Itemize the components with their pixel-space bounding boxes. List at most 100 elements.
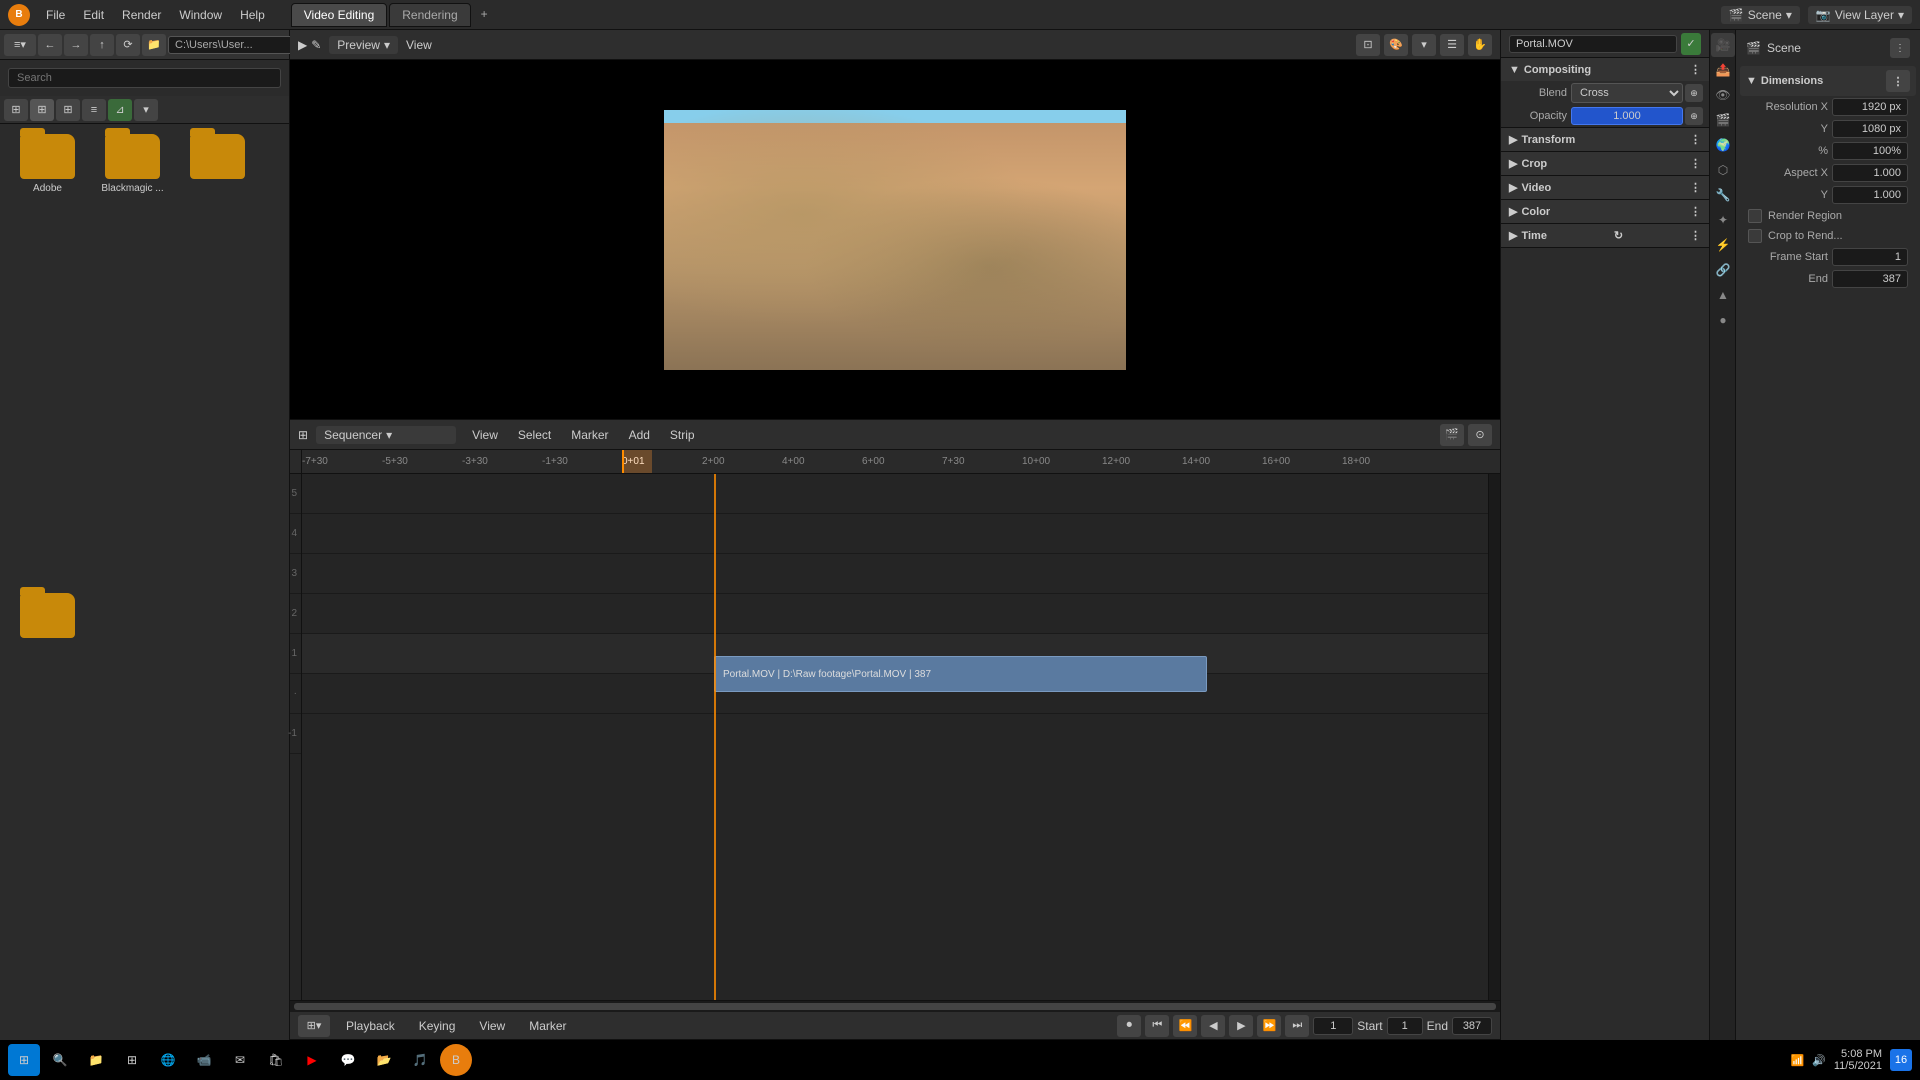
taskbar-meet-button[interactable]: 📹 [188,1044,220,1076]
color-header[interactable]: ▶ Color ⋮ [1501,200,1709,223]
step-forward-button[interactable]: ⏩ [1257,1015,1281,1037]
video-clip[interactable]: Portal.MOV | D:\Raw footage\Portal.MOV |… [714,656,1207,692]
view-grid-button[interactable]: ⊞ [30,99,54,121]
sequencer-mode-selector[interactable]: Sequencer ▾ [316,426,456,444]
props-icon-modifier[interactable]: 🔧 [1711,183,1735,207]
display-options-button[interactable]: ▾ [1412,34,1436,56]
zoom-fit-button[interactable]: ⊡ [1356,34,1380,56]
seq-menu-marker[interactable]: Marker [563,426,616,444]
end-value[interactable]: 387 [1832,270,1908,288]
props-options-button[interactable]: ⋮ [1890,38,1910,58]
props-icon-object[interactable]: ⬡ [1711,158,1735,182]
list-item[interactable] [10,593,85,1031]
play-reverse-button[interactable]: ◀ [1201,1015,1225,1037]
menu-edit[interactable]: Edit [75,6,112,24]
dimensions-options-button[interactable]: ⋮ [1886,70,1910,92]
taskbar-files2-button[interactable]: 📂 [368,1044,400,1076]
current-frame-input[interactable] [1313,1017,1353,1035]
record-button[interactable]: ⏺ [1117,1015,1141,1037]
props-icon-view[interactable]: 👁 [1711,83,1735,107]
res-x-value[interactable]: 1920 px [1832,98,1908,116]
horizontal-scrollbar[interactable] [290,1000,1500,1012]
tab-rendering[interactable]: Rendering [389,3,470,27]
nav-editor-type-button[interactable]: ≡▾ [4,34,36,56]
aspect-y-value[interactable]: 1.000 [1832,186,1908,204]
vertical-scrollbar[interactable] [1488,474,1500,1000]
taskbar-search-button[interactable]: 🔍 [44,1044,76,1076]
gizmo-button[interactable]: ✋ [1468,34,1492,56]
crop-header[interactable]: ▶ Crop ⋮ [1501,152,1709,175]
end-frame-input[interactable] [1452,1017,1492,1035]
taskbar-mail-button[interactable]: ✉ [224,1044,256,1076]
scene-selector[interactable]: 🎬 Scene ▾ [1721,6,1800,24]
seq-menu-view[interactable]: View [464,426,506,444]
blend-select[interactable]: Cross [1571,83,1683,103]
filter-options-button[interactable]: ▾ [134,99,158,121]
timeline-marker-menu[interactable]: Marker [521,1017,574,1035]
create-folder-button[interactable]: 📁 [142,34,166,56]
list-item[interactable]: Adobe [10,134,85,583]
preview-mode-selector[interactable]: Preview ▾ [329,36,398,54]
list-item[interactable] [180,134,255,583]
viewlayer-selector[interactable]: 📷 View Layer ▾ [1808,6,1912,24]
play-button[interactable]: ▶ [1229,1015,1253,1037]
props-icon-data[interactable]: ▲ [1711,283,1735,307]
props-icon-scene[interactable]: 🎬 [1711,108,1735,132]
nav-up-button[interactable]: ↑ [90,34,114,56]
timeline-editor-icon[interactable]: ⊞▾ [298,1015,330,1037]
props-icon-physics[interactable]: ⚡ [1711,233,1735,257]
crop-to-rend-checkbox[interactable] [1748,229,1762,243]
seq-menu-strip[interactable]: Strip [662,426,703,444]
dimensions-header[interactable]: ▼ Dimensions ⋮ [1740,66,1916,96]
blend-lock-button[interactable]: ⊕ [1685,84,1703,102]
sort-button[interactable]: ≡ [82,99,106,121]
props-icon-world[interactable]: 🌍 [1711,133,1735,157]
timeline-view-menu[interactable]: View [471,1017,513,1035]
editor-type-selector[interactable]: ▶ ✎ [298,38,321,52]
taskbar-audio-button[interactable]: 🎵 [404,1044,436,1076]
props-icon-output[interactable]: 📤 [1711,58,1735,82]
strip-name-input[interactable] [1509,35,1677,53]
menu-window[interactable]: Window [171,6,230,24]
list-item[interactable]: Blackmagic ... [95,134,170,583]
play-begin-button[interactable]: ⏮ [1145,1015,1169,1037]
opacity-lock-button[interactable]: ⊕ [1685,107,1703,125]
opacity-value[interactable]: 1.000 [1571,107,1683,125]
seq-menu-select[interactable]: Select [510,426,559,444]
nav-forward-button[interactable]: → [64,34,88,56]
transform-header[interactable]: ▶ Transform ⋮ [1501,128,1709,151]
render-region-checkbox[interactable] [1748,209,1762,223]
menu-file[interactable]: File [38,6,73,24]
taskbar-store-button[interactable]: 🛍 [260,1044,292,1076]
view-options-button[interactable]: ⊞ [56,99,80,121]
overlay-button[interactable]: ☰ [1440,34,1464,56]
start-frame-input[interactable] [1387,1017,1423,1035]
tab-video-editing[interactable]: Video Editing [291,3,388,27]
aspect-x-value[interactable]: 1.000 [1832,164,1908,182]
play-end-button[interactable]: ⏭ [1285,1015,1309,1037]
props-icon-render[interactable]: 🎥 [1711,33,1735,57]
nav-back-button[interactable]: ← [38,34,62,56]
timeline-keying-menu[interactable]: Keying [411,1017,464,1035]
seq-menu-add[interactable]: Add [621,426,658,444]
step-back-button[interactable]: ⏪ [1173,1015,1197,1037]
timeline-playback-menu[interactable]: Playback [338,1017,403,1035]
search-input[interactable] [8,68,281,88]
view-list-button[interactable]: ⊞ [4,99,28,121]
taskbar-files-button[interactable]: 📁 [80,1044,112,1076]
seq-overlay-button[interactable]: ⊙ [1468,424,1492,446]
view-label[interactable]: View [406,38,432,52]
props-icon-material[interactable]: ● [1711,308,1735,332]
menu-render[interactable]: Render [114,6,169,24]
menu-help[interactable]: Help [232,6,273,24]
taskbar-discord-button[interactable]: 💬 [332,1044,364,1076]
time-header[interactable]: ▶ Time ↻ ⋮ [1501,224,1709,247]
display-channels-button[interactable]: 🎨 [1384,34,1408,56]
add-workspace-button[interactable]: + [473,3,496,27]
seq-display-button[interactable]: 🎬 [1440,424,1464,446]
taskbar-browser-button[interactable]: 🌐 [152,1044,184,1076]
taskbar-blender-button[interactable]: B [440,1044,472,1076]
taskbar-start-button[interactable]: ⊞ [8,1044,40,1076]
frame-start-value[interactable]: 1 [1832,248,1908,266]
taskbar-youtube-button[interactable]: ▶ [296,1044,328,1076]
